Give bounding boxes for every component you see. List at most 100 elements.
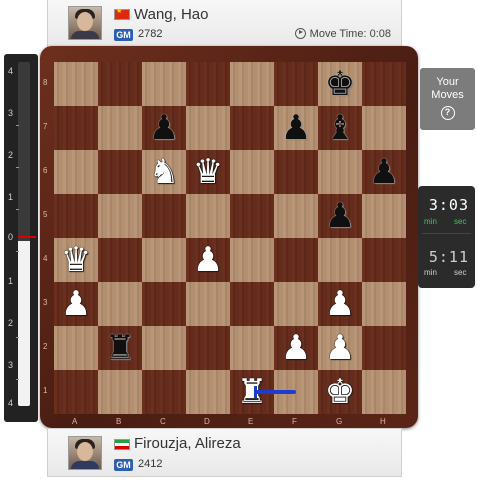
square-a6[interactable] xyxy=(54,150,98,194)
square-e6[interactable] xyxy=(230,150,274,194)
white-king-piece[interactable]: ♚ xyxy=(318,370,362,414)
square-g5[interactable]: ♟ xyxy=(318,194,362,238)
square-h7[interactable] xyxy=(362,106,406,150)
square-b3[interactable] xyxy=(98,282,142,326)
square-e2[interactable] xyxy=(230,326,274,370)
square-h6[interactable]: ♟ xyxy=(362,150,406,194)
square-f2[interactable]: ♟ xyxy=(274,326,318,370)
white-queen-piece[interactable]: ♛ xyxy=(186,150,230,194)
top-clock-min-label: min xyxy=(424,217,437,226)
white-knight-piece[interactable]: ♞ xyxy=(142,150,186,194)
black-pawn-piece[interactable]: ♟ xyxy=(274,106,318,150)
black-pawn-piece[interactable]: ♟ xyxy=(142,106,186,150)
square-c4[interactable] xyxy=(142,238,186,282)
square-a4[interactable]: ♛ xyxy=(54,238,98,282)
square-d8[interactable] xyxy=(186,62,230,106)
white-pawn-piece[interactable]: ♟ xyxy=(274,326,318,370)
top-player-name[interactable]: Wang, Hao xyxy=(134,6,208,23)
square-d2[interactable] xyxy=(186,326,230,370)
square-g3[interactable]: ♟ xyxy=(318,282,362,326)
your-moves-button[interactable]: Your Moves ? xyxy=(420,68,475,130)
square-d1[interactable] xyxy=(186,370,230,414)
square-b4[interactable] xyxy=(98,238,142,282)
bottom-player-avatar[interactable] xyxy=(68,436,102,470)
square-c8[interactable] xyxy=(142,62,186,106)
eval-zero-line xyxy=(18,236,36,238)
bottom-clock-min-label: min xyxy=(424,268,437,277)
white-pawn-piece[interactable]: ♟ xyxy=(318,326,362,370)
square-a2[interactable] xyxy=(54,326,98,370)
square-g7[interactable]: ♝ xyxy=(318,106,362,150)
square-a3[interactable]: ♟ xyxy=(54,282,98,326)
square-c2[interactable] xyxy=(142,326,186,370)
square-c3[interactable] xyxy=(142,282,186,326)
square-g6[interactable] xyxy=(318,150,362,194)
square-f8[interactable] xyxy=(274,62,318,106)
square-d6[interactable]: ♛ xyxy=(186,150,230,194)
file-label: G xyxy=(336,417,343,426)
square-d4[interactable]: ♟ xyxy=(186,238,230,282)
play-clock-icon xyxy=(294,28,306,39)
file-label: D xyxy=(204,417,210,426)
square-h5[interactable] xyxy=(362,194,406,238)
eval-fill xyxy=(18,240,30,406)
top-player-avatar[interactable] xyxy=(68,6,102,40)
white-pawn-piece[interactable]: ♟ xyxy=(318,282,362,326)
square-e8[interactable] xyxy=(230,62,274,106)
square-f4[interactable] xyxy=(274,238,318,282)
square-b1[interactable] xyxy=(98,370,142,414)
file-label: C xyxy=(160,417,166,426)
square-d7[interactable] xyxy=(186,106,230,150)
square-e5[interactable] xyxy=(230,194,274,238)
black-king-piece[interactable]: ♚ xyxy=(318,62,362,106)
square-h8[interactable] xyxy=(362,62,406,106)
bottom-player-name[interactable]: Firouzja, Alireza xyxy=(134,435,241,452)
square-h4[interactable] xyxy=(362,238,406,282)
square-b7[interactable] xyxy=(98,106,142,150)
square-f6[interactable] xyxy=(274,150,318,194)
black-pawn-piece[interactable]: ♟ xyxy=(362,150,406,194)
square-e3[interactable] xyxy=(230,282,274,326)
square-a8[interactable] xyxy=(54,62,98,106)
square-e4[interactable] xyxy=(230,238,274,282)
square-h3[interactable] xyxy=(362,282,406,326)
white-pawn-piece[interactable]: ♟ xyxy=(54,282,98,326)
square-b2[interactable]: ♜ xyxy=(98,326,142,370)
eval-tick: 3 xyxy=(8,108,14,118)
eval-tick: 2 xyxy=(8,150,14,160)
eval-tick: 4 xyxy=(8,398,14,408)
square-g1[interactable]: ♚ xyxy=(318,370,362,414)
square-f7[interactable]: ♟ xyxy=(274,106,318,150)
move-time: Move Time: 0:08 xyxy=(294,28,391,40)
square-e7[interactable] xyxy=(230,106,274,150)
black-bishop-piece[interactable]: ♝ xyxy=(318,106,362,150)
square-a1[interactable] xyxy=(54,370,98,414)
your-moves-label-line2: Moves xyxy=(431,89,464,101)
square-h2[interactable] xyxy=(362,326,406,370)
square-d3[interactable] xyxy=(186,282,230,326)
square-g2[interactable]: ♟ xyxy=(318,326,362,370)
square-c5[interactable] xyxy=(142,194,186,238)
square-g4[interactable] xyxy=(318,238,362,282)
square-a7[interactable] xyxy=(54,106,98,150)
rank-label: 5 xyxy=(43,210,48,219)
square-b8[interactable] xyxy=(98,62,142,106)
black-pawn-piece[interactable]: ♟ xyxy=(318,194,362,238)
square-g8[interactable]: ♚ xyxy=(318,62,362,106)
square-f5[interactable] xyxy=(274,194,318,238)
file-label: A xyxy=(72,417,78,426)
square-f3[interactable] xyxy=(274,282,318,326)
square-h1[interactable] xyxy=(362,370,406,414)
square-a5[interactable] xyxy=(54,194,98,238)
white-queen-piece[interactable]: ♛ xyxy=(54,238,98,282)
square-b5[interactable] xyxy=(98,194,142,238)
rank-label: 1 xyxy=(43,386,48,395)
chess-board[interactable]: ♚ ♟ ♟ ♝ ♞ ♛ ♟ ♟ ♛ ♟ ♟ ♟ ♜ ♟ ♟ ♜ ♚ xyxy=(54,62,406,414)
black-rook-piece[interactable]: ♜ xyxy=(98,326,142,370)
square-c6[interactable]: ♞ xyxy=(142,150,186,194)
square-c7[interactable]: ♟ xyxy=(142,106,186,150)
square-d5[interactable] xyxy=(186,194,230,238)
white-pawn-piece[interactable]: ♟ xyxy=(186,238,230,282)
square-c1[interactable] xyxy=(142,370,186,414)
square-b6[interactable] xyxy=(98,150,142,194)
